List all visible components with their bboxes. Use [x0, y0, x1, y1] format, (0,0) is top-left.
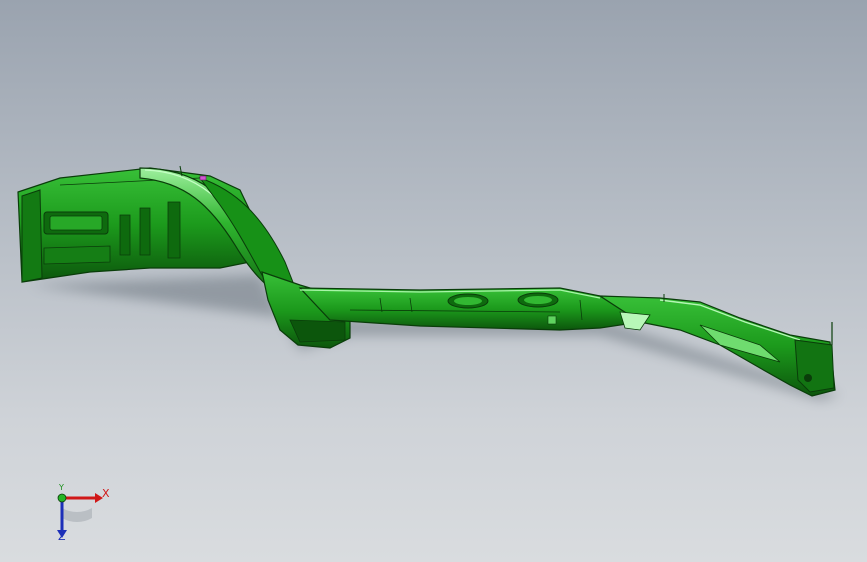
reference-triad: X Y Z: [40, 478, 120, 548]
selection-marker: [199, 175, 207, 181]
part-model[interactable]: [0, 0, 867, 562]
y-axis-label: Y: [59, 483, 64, 492]
z-axis-label: Z: [58, 530, 66, 543]
graphics-viewport[interactable]: X Y Z: [0, 0, 867, 562]
x-axis-label: X: [102, 487, 110, 500]
